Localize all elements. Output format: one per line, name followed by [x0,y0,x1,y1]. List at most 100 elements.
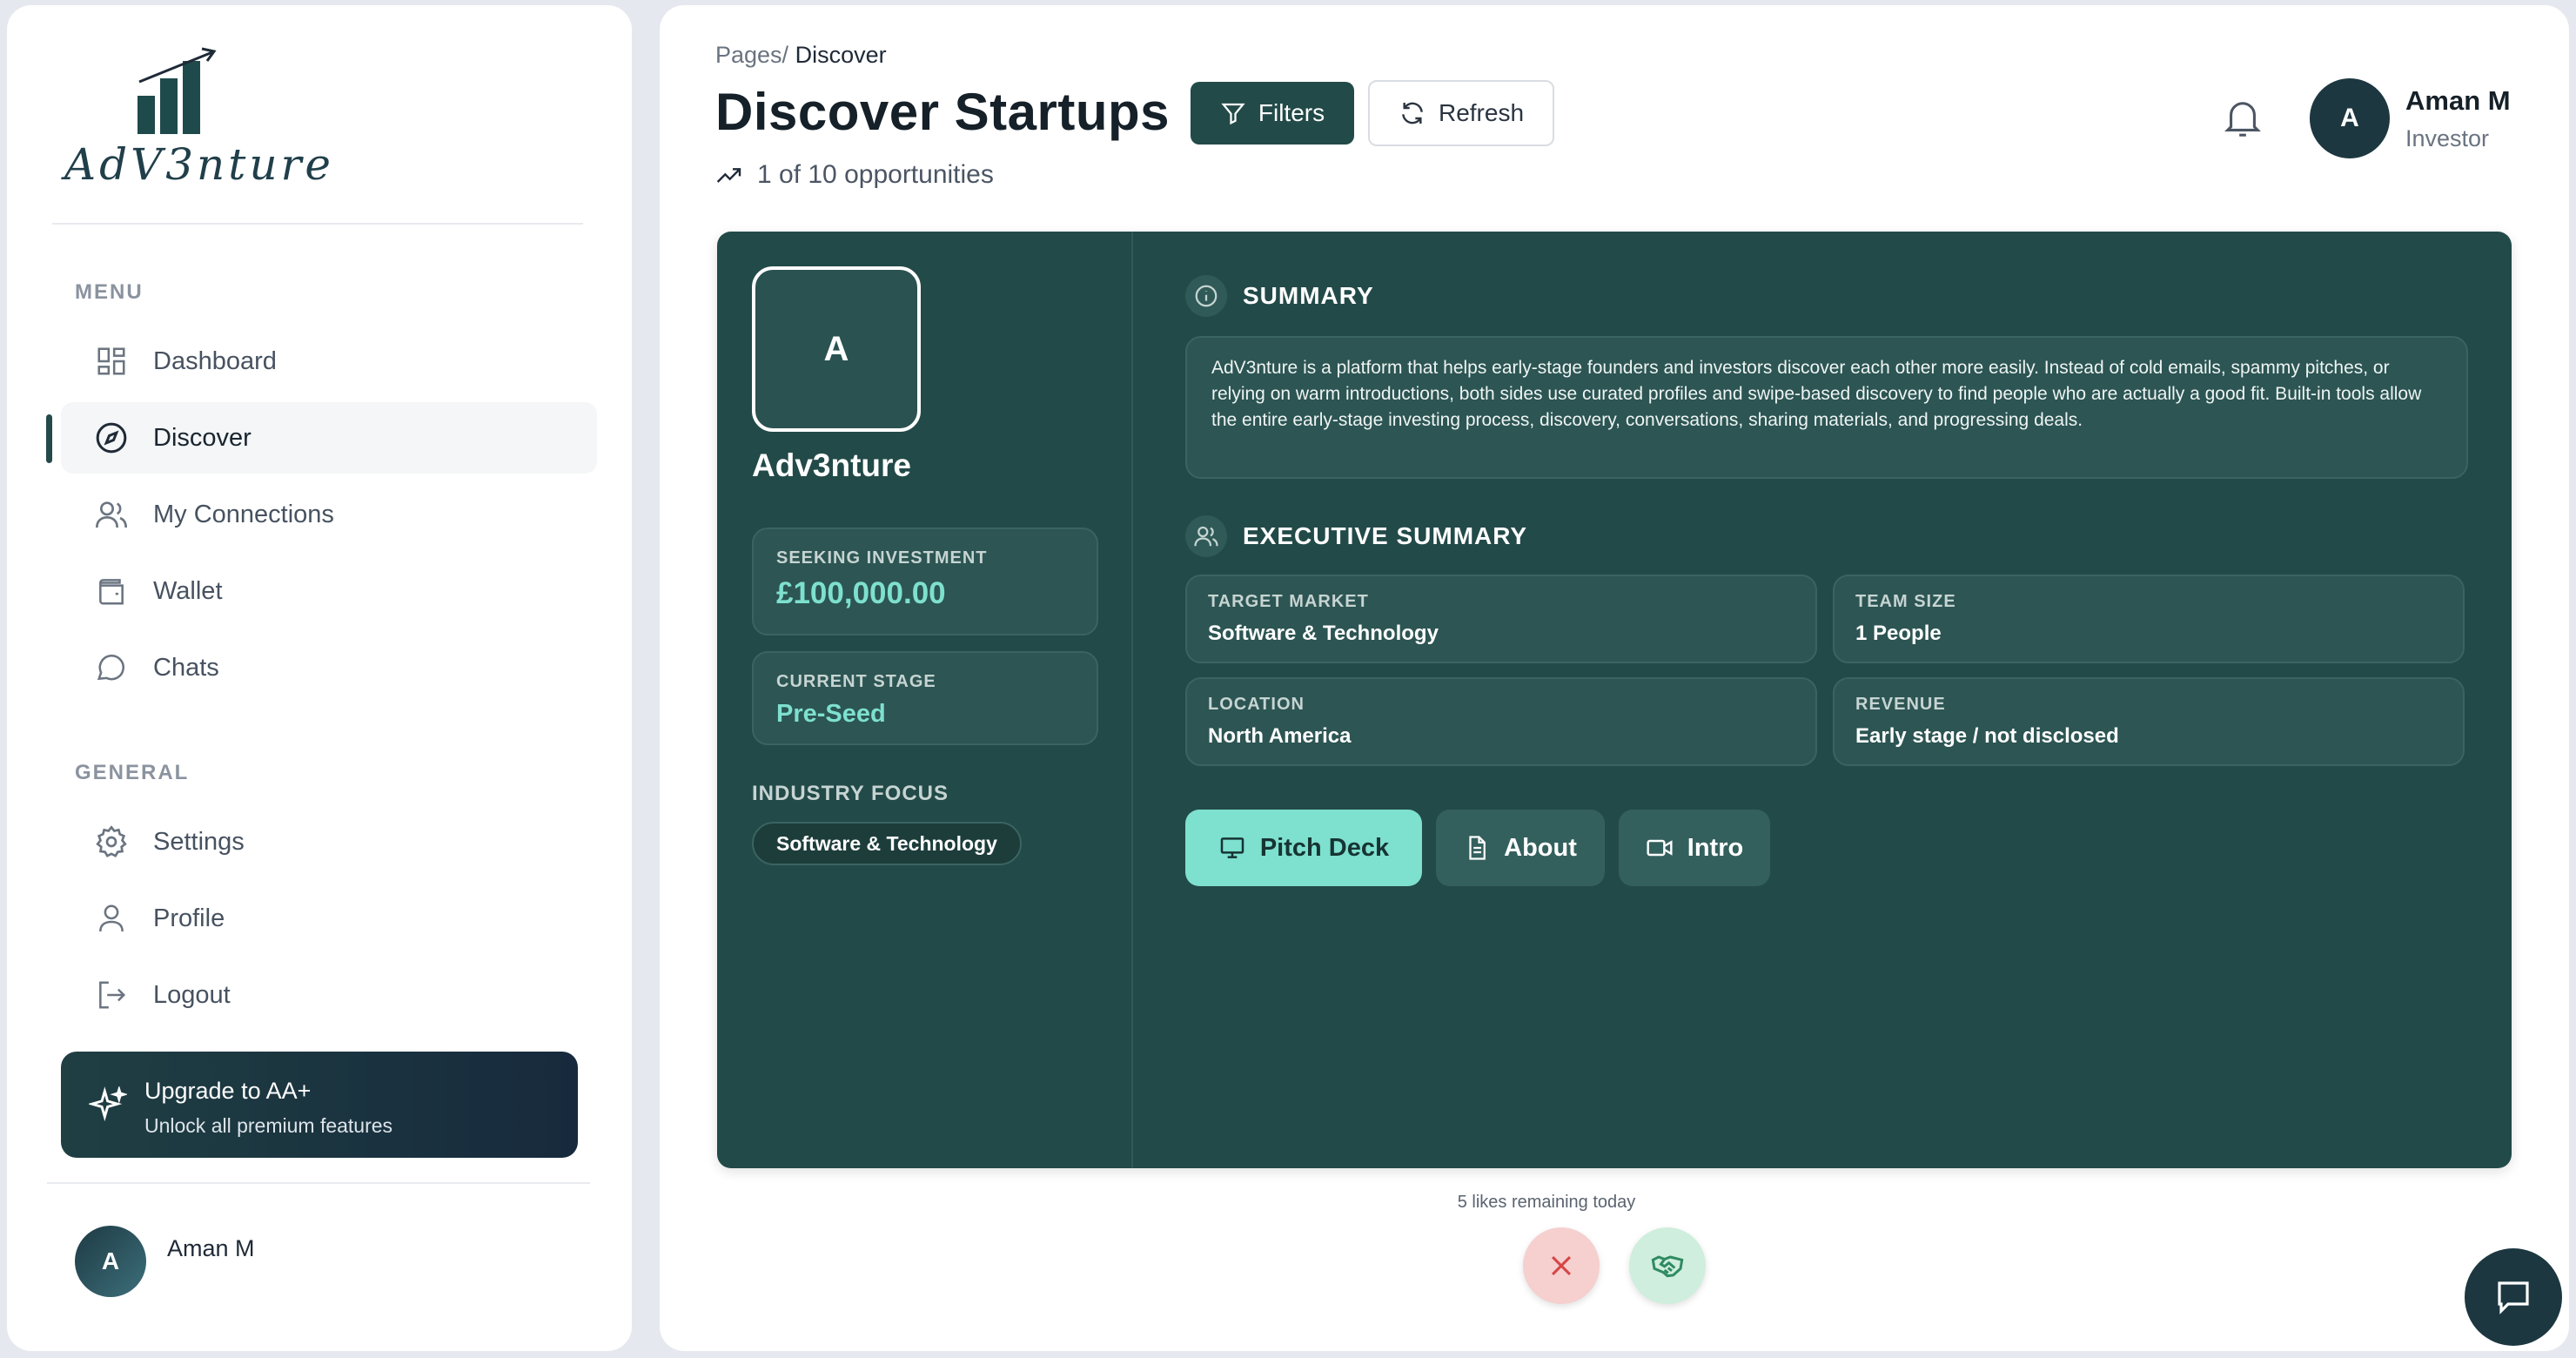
menu-section-label: MENU [75,280,144,304]
location-field: LOCATION North America [1185,677,1817,766]
header-user-role: Investor [2405,125,2490,151]
likes-remaining: 5 likes remaining today [660,1193,2569,1213]
field-value: Software & Technology [1208,622,1439,645]
connect-button[interactable] [1629,1227,1706,1304]
filters-label: Filters [1258,99,1325,126]
sidebar-item-label: Discover [153,423,252,452]
startup-overview: A Adv3nture SEEKING INVESTMENT £100,000.… [717,232,1133,1168]
presentation-icon [1220,837,1244,858]
brand-name: AdV3nture [64,139,335,190]
startup-name: Adv3nture [752,447,911,483]
brand-logo[interactable]: AdV3nture [59,44,331,209]
field-value: 1 People [1855,622,1942,645]
info-icon [1185,275,1227,317]
stat-value: Pre-Seed [776,700,886,728]
filter-icon [1221,103,1245,125]
pitch-deck-label: Pitch Deck [1259,833,1390,862]
breadcrumb-current: Discover [795,42,887,68]
sidebar-item-label: Settings [153,827,245,856]
stat-label: CURRENT STAGE [776,672,936,691]
bell-icon [2224,102,2261,137]
stat-value: £100,000.00 [776,576,946,610]
sidebar-item-settings[interactable]: Settings [61,806,597,877]
summary-heading: SUMMARY [1185,275,1374,317]
upgrade-title: Upgrade to AA+ [144,1078,312,1104]
user-icon [92,899,131,938]
close-icon [1551,1255,1572,1276]
refresh-icon [1402,102,1423,124]
opportunities-text: 1 of 10 opportunities [757,160,994,189]
field-label: TARGET MARKET [1208,592,1369,611]
header-user-name: Aman M [2405,85,2511,116]
page-title: Discover Startups [715,83,1171,141]
field-value: North America [1208,724,1352,748]
sidebar-item-wallet[interactable]: Wallet [61,555,597,627]
target-market-field: TARGET MARKET Software & Technology [1185,575,1817,663]
likes-remaining-text: 5 likes remaining today [1457,1193,1636,1212]
users-icon [92,495,131,534]
sparkle-icon [87,1085,129,1125]
startup-card[interactable]: A Adv3nture SEEKING INVESTMENT £100,000.… [717,232,2512,1168]
sidebar-divider [52,223,583,225]
sidebar-item-profile[interactable]: Profile [61,883,597,954]
chart-logo-icon [138,47,217,134]
breadcrumb: Pages/ Discover [715,42,887,69]
sidebar-item-label: Profile [153,904,225,932]
message-icon [2498,1281,2529,1314]
sidebar-divider [47,1182,590,1184]
upgrade-banner[interactable]: Upgrade to AA+ Unlock all premium featur… [61,1052,578,1158]
chat-fab-button[interactable] [2465,1248,2562,1346]
sidebar-item-logout[interactable]: Logout [61,959,597,1031]
summary-heading-text: SUMMARY [1243,282,1374,309]
sidebar-user[interactable]: A Aman M [75,1226,255,1297]
trending-up-icon [716,168,741,183]
wallet-icon [92,572,131,610]
grid-icon [92,342,131,380]
chat-bubble-icon [92,649,131,687]
team-icon [1185,515,1227,557]
filters-button[interactable]: Filters [1191,82,1354,145]
pitch-deck-button[interactable]: Pitch Deck [1185,810,1422,886]
current-stage-stat: CURRENT STAGE Pre-Seed [752,651,1098,745]
field-label: REVENUE [1855,695,1946,714]
startup-logo: A [752,266,921,432]
main-panel: Pages/ Discover Discover Startups Filter… [660,5,2569,1351]
executive-summary-heading-text: EXECUTIVE SUMMARY [1243,522,1528,549]
revenue-field: REVENUE Early stage / not disclosed [1833,677,2465,766]
sidebar-item-label: Logout [153,980,231,1009]
video-icon [1647,839,1673,857]
handshake-icon [1651,1255,1684,1278]
upgrade-subtitle: Unlock all premium features [144,1114,393,1137]
sidebar-item-dashboard[interactable]: Dashboard [61,326,597,397]
field-label: TEAM SIZE [1855,592,1956,611]
opportunities-count: 1 of 10 opportunities [715,160,994,190]
document-icon [1469,836,1486,860]
sidebar: AdV3nture MENU Dashboard Discover My Con… [7,5,632,1351]
industry-tag: Software & Technology [752,822,1022,865]
sidebar-item-label: Chats [153,653,219,682]
header-avatar[interactable]: A [2310,78,2390,158]
avatar: A [75,1226,146,1297]
sidebar-item-chats[interactable]: Chats [61,632,597,703]
general-section-label: GENERAL [75,761,190,784]
about-button[interactable]: About [1436,810,1605,886]
sidebar-item-my-connections[interactable]: My Connections [61,479,597,550]
intro-button[interactable]: Intro [1619,810,1770,886]
breadcrumb-prefix[interactable]: Pages/ [715,42,788,68]
seeking-investment-stat: SEEKING INVESTMENT £100,000.00 [752,528,1098,635]
sidebar-user-name: Aman M [167,1234,255,1261]
sidebar-item-label: Wallet [153,576,223,605]
notification-bell[interactable] [2223,96,2263,145]
refresh-button[interactable]: Refresh [1368,80,1554,146]
sidebar-item-discover[interactable]: Discover [61,402,597,474]
industry-focus-label: INDUSTRY FOCUS [752,782,949,805]
refresh-label: Refresh [1438,99,1525,126]
sidebar-item-label: Dashboard [153,346,277,375]
reject-button[interactable] [1523,1227,1600,1304]
about-label: About [1504,833,1577,862]
team-size-field: TEAM SIZE 1 People [1833,575,2465,663]
active-indicator [46,414,52,463]
field-label: LOCATION [1208,695,1305,714]
stat-label: SEEKING INVESTMENT [776,548,988,568]
logout-icon [92,976,131,1014]
